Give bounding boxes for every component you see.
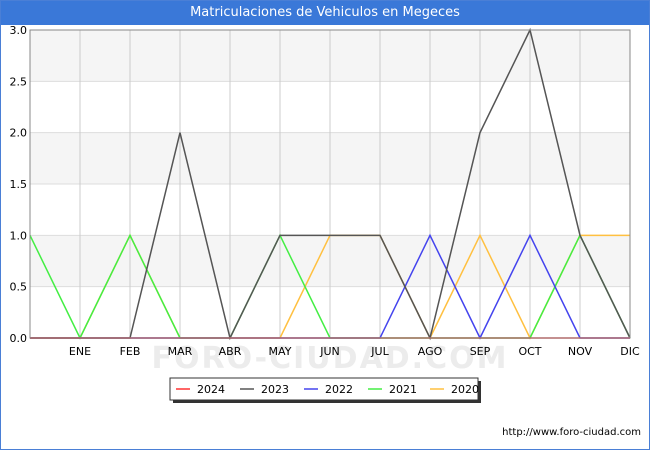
- x-tick-label: OCT: [518, 345, 541, 358]
- y-tick-label: 2.5: [10, 75, 28, 88]
- legend: 2024 2023 2022 2021 2020: [169, 377, 481, 403]
- x-tick-label: JUN: [319, 345, 340, 358]
- x-tick-label: MAR: [168, 345, 193, 358]
- x-tick-label: FEB: [120, 345, 141, 358]
- x-tick-label: SEP: [470, 345, 491, 358]
- y-tick-label: 3.0: [10, 24, 28, 37]
- y-tick-label: 0.0: [10, 332, 28, 345]
- y-tick-label: 1.0: [10, 229, 28, 242]
- legend-label: 2020: [451, 383, 479, 396]
- legend-label: 2024: [197, 383, 225, 396]
- x-tick-label: MAY: [269, 345, 292, 358]
- x-tick-label: DIC: [620, 345, 640, 358]
- y-tick-label: 2.0: [10, 127, 28, 140]
- line-chart: FORO-CIUDAD.COM 0.00.51.01.52.02.53.0ENE…: [10, 24, 640, 403]
- legend-label: 2023: [261, 383, 289, 396]
- y-tick-label: 1.5: [10, 178, 28, 191]
- y-tick-label: 0.5: [10, 281, 28, 294]
- legend-label: 2022: [325, 383, 353, 396]
- legend-label: 2021: [389, 383, 417, 396]
- x-tick-label: ENE: [69, 345, 91, 358]
- x-tick-label: JUL: [370, 345, 389, 358]
- x-tick-label: AGO: [418, 345, 443, 358]
- x-tick-label: ABR: [219, 345, 242, 358]
- x-tick-label: NOV: [568, 345, 593, 358]
- footer-url: http://www.foro-ciudad.com: [502, 427, 641, 438]
